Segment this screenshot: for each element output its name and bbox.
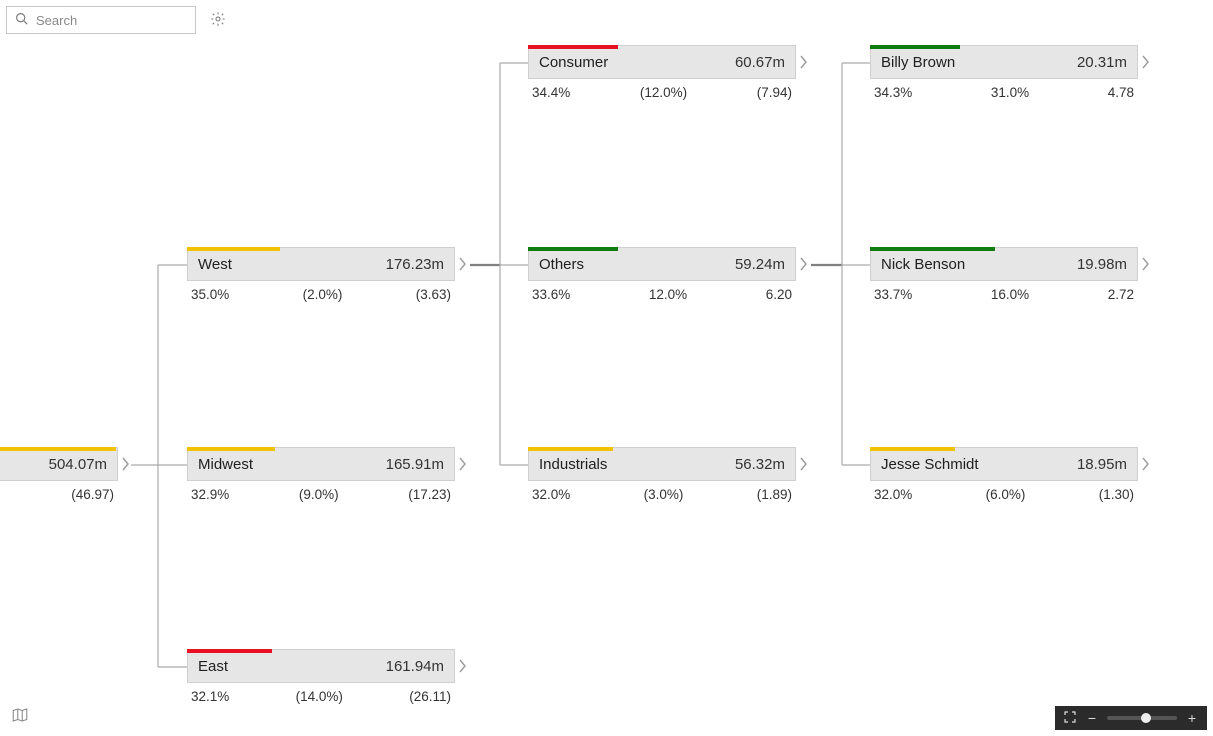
node-title: Billy Brown bbox=[881, 54, 955, 71]
node-title: Midwest bbox=[198, 456, 253, 473]
zoom-out-button[interactable]: − bbox=[1085, 711, 1099, 725]
node-root-value: 504.07m bbox=[41, 456, 107, 473]
expand-handle[interactable] bbox=[1139, 52, 1151, 72]
node-nick-benson[interactable]: Nick Benson 19.98m 33.7% 16.0% 2.72 bbox=[870, 247, 1138, 302]
node-east[interactable]: East 161.94m 32.1% (14.0%) (26.11) bbox=[187, 649, 455, 704]
node-value: 56.32m bbox=[727, 456, 785, 473]
node-title: East bbox=[198, 658, 228, 675]
node-bar bbox=[187, 447, 275, 451]
node-bar bbox=[528, 45, 618, 49]
node-metrics: 35.0% (2.0%) (3.63) bbox=[187, 281, 455, 302]
node-value: 19.98m bbox=[1069, 256, 1127, 273]
node-value: 18.95m bbox=[1069, 456, 1127, 473]
node-metrics: 34.3% 31.0% 4.78 bbox=[870, 79, 1138, 100]
node-bar bbox=[187, 247, 280, 251]
node-value: 165.91m bbox=[378, 456, 444, 473]
zoom-in-button[interactable]: + bbox=[1185, 711, 1199, 725]
map-icon bbox=[11, 706, 29, 727]
node-title: Others bbox=[539, 256, 584, 273]
node-value: 161.94m bbox=[378, 658, 444, 675]
node-industrials[interactable]: Industrials 56.32m 32.0% (3.0%) (1.89) bbox=[528, 447, 796, 502]
node-root[interactable]: 504.07m (46.97) bbox=[0, 447, 118, 502]
zoom-controls: − + bbox=[1055, 706, 1207, 730]
expand-handle[interactable] bbox=[119, 454, 131, 474]
zoom-slider-thumb[interactable] bbox=[1141, 713, 1151, 723]
node-bar bbox=[528, 447, 613, 451]
node-bar bbox=[870, 247, 995, 251]
node-metrics: 32.9% (9.0%) (17.23) bbox=[187, 481, 455, 502]
node-bar bbox=[870, 447, 955, 451]
expand-handle[interactable] bbox=[797, 52, 809, 72]
node-root-bar bbox=[0, 447, 116, 451]
node-metrics: 32.0% (3.0%) (1.89) bbox=[528, 481, 796, 502]
node-root-metrics: (46.97) bbox=[0, 481, 118, 502]
node-value: 60.67m bbox=[727, 54, 785, 71]
node-bar bbox=[870, 45, 960, 49]
tree-canvas: 504.07m (46.97) West 176.23m 35.0% (2.0%… bbox=[0, 0, 1213, 736]
node-title: Industrials bbox=[539, 456, 607, 473]
node-bar bbox=[528, 247, 618, 251]
expand-handle[interactable] bbox=[1139, 254, 1151, 274]
minimap-button[interactable] bbox=[10, 706, 30, 726]
node-metrics: 33.6% 12.0% 6.20 bbox=[528, 281, 796, 302]
node-title: Nick Benson bbox=[881, 256, 965, 273]
node-billy-brown[interactable]: Billy Brown 20.31m 34.3% 31.0% 4.78 bbox=[870, 45, 1138, 100]
plus-icon: + bbox=[1188, 711, 1196, 725]
expand-handle[interactable] bbox=[456, 254, 468, 274]
node-value: 20.31m bbox=[1069, 54, 1127, 71]
node-metrics: 32.0% (6.0%) (1.30) bbox=[870, 481, 1138, 502]
expand-handle[interactable] bbox=[797, 254, 809, 274]
node-value: 59.24m bbox=[727, 256, 785, 273]
node-metrics: 34.4% (12.0%) (7.94) bbox=[528, 79, 796, 100]
zoom-slider[interactable] bbox=[1107, 716, 1177, 720]
expand-handle[interactable] bbox=[456, 656, 468, 676]
expand-handle[interactable] bbox=[797, 454, 809, 474]
node-bar bbox=[187, 649, 272, 653]
node-consumer[interactable]: Consumer 60.67m 34.4% (12.0%) (7.94) bbox=[528, 45, 796, 100]
node-others[interactable]: Others 59.24m 33.6% 12.0% 6.20 bbox=[528, 247, 796, 302]
fit-to-screen-button[interactable] bbox=[1063, 711, 1077, 725]
expand-handle[interactable] bbox=[456, 454, 468, 474]
node-jesse-schmidt[interactable]: Jesse Schmidt 18.95m 32.0% (6.0%) (1.30) bbox=[870, 447, 1138, 502]
connectors bbox=[0, 0, 1213, 736]
expand-handle[interactable] bbox=[1139, 454, 1151, 474]
node-metrics: 32.1% (14.0%) (26.11) bbox=[187, 683, 455, 704]
node-title: West bbox=[198, 256, 232, 273]
node-title: Jesse Schmidt bbox=[881, 456, 979, 473]
node-value: 176.23m bbox=[378, 256, 444, 273]
node-title: Consumer bbox=[539, 54, 608, 71]
node-metrics: 33.7% 16.0% 2.72 bbox=[870, 281, 1138, 302]
minus-icon: − bbox=[1088, 711, 1096, 725]
node-midwest[interactable]: Midwest 165.91m 32.9% (9.0%) (17.23) bbox=[187, 447, 455, 502]
fit-icon bbox=[1064, 711, 1076, 725]
node-west[interactable]: West 176.23m 35.0% (2.0%) (3.63) bbox=[187, 247, 455, 302]
